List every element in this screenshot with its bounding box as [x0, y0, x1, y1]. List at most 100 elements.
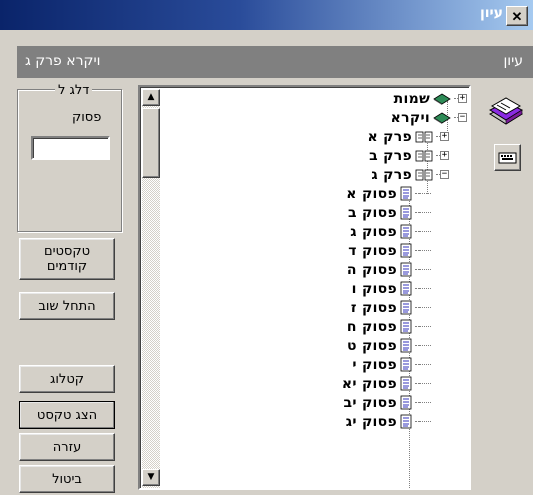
- tree-verse-item[interactable]: פסוק ז: [162, 298, 467, 317]
- show-text-button[interactable]: הצג טקסט: [19, 401, 115, 429]
- page-icon: [400, 338, 412, 353]
- expand-icon[interactable]: +: [440, 151, 449, 160]
- page-icon: [400, 262, 412, 277]
- tree-connector: [415, 250, 419, 251]
- open-book-icon: [415, 130, 433, 144]
- tree-connector: [415, 193, 419, 194]
- tree-connector: [419, 250, 431, 251]
- vertical-scrollbar[interactable]: ▲ ▼: [142, 89, 160, 488]
- verse-label: פסוק: [72, 110, 102, 125]
- tree-verse-item[interactable]: פסוק יג: [162, 412, 467, 431]
- tree-connector: [419, 193, 431, 194]
- page-icon: [400, 205, 412, 220]
- tree-book-item[interactable]: + שמות: [162, 89, 467, 108]
- page-icon: [400, 186, 412, 201]
- tree-connector: [436, 136, 440, 137]
- previous-texts-button[interactable]: טקסטים קודמים: [19, 238, 115, 280]
- tree-item-label: שמות: [393, 90, 430, 107]
- tree-item-label: פסוק יב: [343, 394, 397, 411]
- tree-verse-item[interactable]: פסוק ב: [162, 203, 467, 222]
- tree-verse-item[interactable]: פסוק ח: [162, 317, 467, 336]
- tree-connector: [419, 402, 431, 403]
- tree-item-label: פסוק יג: [345, 413, 397, 430]
- tree-verse-item[interactable]: פסוק יא: [162, 374, 467, 393]
- tree-connector: [415, 402, 419, 403]
- page-icon: [400, 300, 412, 315]
- expand-icon[interactable]: +: [458, 94, 467, 103]
- tree-item-label: פסוק ב: [347, 204, 397, 221]
- collapse-icon[interactable]: −: [458, 113, 467, 122]
- page-icon: [400, 243, 412, 258]
- tree-connector: [415, 212, 419, 213]
- green-book-icon: [433, 111, 451, 125]
- tree-connector: [419, 364, 431, 365]
- tree-connector: [419, 269, 431, 270]
- tree-item-label: פסוק ט: [346, 337, 397, 354]
- page-icon: [400, 224, 412, 239]
- tree-verse-item[interactable]: פסוק ו: [162, 279, 467, 298]
- tree-book-item[interactable]: − ויקרא: [162, 108, 467, 127]
- green-book-icon: [433, 92, 451, 106]
- tree-connector: [419, 383, 431, 384]
- tree-item-label: פרק ב: [369, 147, 412, 164]
- page-icon: [400, 414, 412, 429]
- start-over-button[interactable]: התחל שוב: [19, 292, 115, 320]
- window-title: עיון: [479, 5, 503, 21]
- section-title: עיון: [503, 53, 523, 69]
- page-icon: [400, 376, 412, 391]
- tree-connector: [415, 307, 419, 308]
- catalog-button[interactable]: קטלוג: [19, 365, 115, 393]
- tree-verse-item[interactable]: פסוק ט: [162, 336, 467, 355]
- tree-verse-item[interactable]: פסוק ה: [162, 260, 467, 279]
- verse-input[interactable]: [31, 136, 110, 160]
- tree-connector: [419, 421, 431, 422]
- tree-connector: [419, 288, 431, 289]
- jump-legend: דלג ל: [55, 83, 93, 98]
- tree-connector: [419, 231, 431, 232]
- tree-verse-item[interactable]: פסוק ד: [162, 241, 467, 260]
- tree-chapter-item[interactable]: + פרק א: [162, 127, 467, 146]
- tree-connector: [436, 174, 440, 175]
- tree-connector: [419, 212, 431, 213]
- tree-connector: [415, 421, 419, 422]
- tree-item-label: פסוק ח: [346, 318, 397, 335]
- tree-item-label: פסוק ד: [348, 242, 397, 259]
- title-bar: עיון ✕: [0, 0, 533, 30]
- tree-item-label: פסוק ז: [350, 299, 397, 316]
- tree-verse-item[interactable]: פסוק ג: [162, 222, 467, 241]
- tree-connector: [415, 231, 419, 232]
- tree-item-label: פסוק א: [346, 185, 397, 202]
- tree-item-label: פרק ג: [371, 166, 412, 183]
- scroll-thumb[interactable]: [142, 108, 160, 178]
- page-icon: [400, 281, 412, 296]
- tree-view[interactable]: ▲ ▼ + שמות − ויקרא + פרק א + פרק ב − פרק ג פסוק א פ…: [138, 85, 471, 490]
- expand-icon[interactable]: +: [440, 132, 449, 141]
- tree-verse-item[interactable]: פסוק א: [162, 184, 467, 203]
- jump-groupbox: [17, 89, 122, 232]
- tree-verse-item[interactable]: פסוק יב: [162, 393, 467, 412]
- tree-item-label: פסוק יא: [341, 375, 397, 392]
- tree-chapter-item[interactable]: + פרק ב: [162, 146, 467, 165]
- scroll-down-button[interactable]: ▼: [142, 469, 160, 486]
- cancel-button[interactable]: ביטול: [19, 465, 115, 493]
- tree-connector: [419, 326, 431, 327]
- tree-connector: [454, 117, 458, 118]
- tree-connector: [415, 288, 419, 289]
- tree-item-label: ויקרא: [390, 109, 430, 126]
- tree-connector: [454, 98, 458, 99]
- tree-chapter-item[interactable]: − פרק ג: [162, 165, 467, 184]
- tree-item-label: פסוק ה: [346, 261, 397, 278]
- collapse-icon[interactable]: −: [440, 170, 449, 179]
- tree-item-label: פסוק ג: [350, 223, 397, 240]
- keyboard-icon[interactable]: [494, 144, 521, 171]
- help-button[interactable]: עזרה: [19, 433, 115, 461]
- tree-connector: [415, 326, 419, 327]
- tree-connector: [415, 383, 419, 384]
- tree-verse-item[interactable]: פסוק י: [162, 355, 467, 374]
- tree-item-label: פסוק ו: [351, 280, 397, 297]
- tree-item-label: פרק א: [367, 128, 412, 145]
- open-book-icon: [415, 149, 433, 163]
- scroll-up-button[interactable]: ▲: [142, 89, 160, 106]
- books-stack-icon[interactable]: [488, 94, 524, 128]
- close-button[interactable]: ✕: [506, 6, 528, 26]
